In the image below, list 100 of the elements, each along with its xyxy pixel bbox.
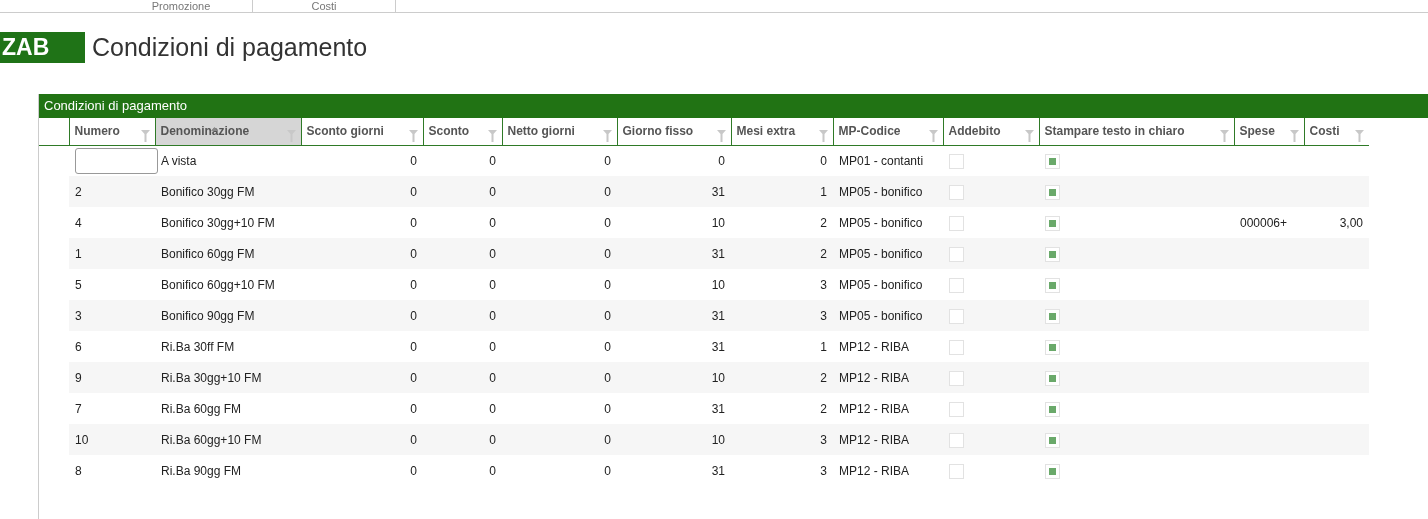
filter-icon[interactable] (1024, 129, 1034, 142)
table-cell: 2 (731, 238, 833, 269)
table-cell: MP05 - bonifico (833, 238, 943, 269)
table-cell: 9 (69, 362, 155, 393)
filter-icon[interactable] (818, 129, 828, 142)
filter-icon[interactable] (487, 129, 497, 142)
checkbox[interactable] (1045, 432, 1060, 448)
checkbox[interactable] (1045, 370, 1060, 386)
table-cell: 2 (731, 362, 833, 393)
table-cell: 3 (731, 269, 833, 300)
table-cell: 10 (617, 207, 731, 238)
table-cell: MP12 - RIBA (833, 362, 943, 393)
table-cell: 2 (731, 207, 833, 238)
table-cell: 0 (502, 207, 617, 238)
table-cell: 31 (617, 393, 731, 424)
table-cell: 1 (731, 176, 833, 207)
checkbox[interactable] (949, 215, 964, 231)
filter-icon[interactable] (928, 129, 938, 142)
table-cell: Bonifico 60gg+10 FM (155, 269, 301, 300)
checkbox[interactable] (949, 154, 964, 170)
table-cell: MP12 - RIBA (833, 424, 943, 455)
filter-icon[interactable] (716, 129, 726, 142)
table-cell: 31 (617, 176, 731, 207)
checkbox[interactable] (1045, 463, 1060, 479)
table-cell: Bonifico 30gg FM (155, 176, 301, 207)
table-cell: 0 (423, 362, 502, 393)
filter-icon[interactable] (1289, 129, 1299, 142)
filter-icon[interactable] (602, 129, 612, 142)
checkbox[interactable] (949, 370, 964, 386)
table-cell: 0 (423, 269, 502, 300)
checkbox[interactable] (1045, 215, 1060, 231)
column-header[interactable]: Spese (1234, 118, 1304, 145)
table-cell: 0 (502, 424, 617, 455)
table-cell: Ri.Ba 30ff FM (155, 331, 301, 362)
table-cell: 3 (731, 424, 833, 455)
filter-icon[interactable] (408, 129, 418, 142)
table-cell: 2 (69, 176, 155, 207)
checkbox[interactable] (1045, 401, 1060, 417)
app-badge: ZAB (0, 32, 85, 63)
table-cell: 0 (502, 238, 617, 269)
table-cell: 4 (69, 207, 155, 238)
column-header[interactable]: Denominazione (155, 118, 301, 145)
table-cell: Ri.Ba 60gg+10 FM (155, 424, 301, 455)
table-cell: 0 (423, 176, 502, 207)
column-header[interactable]: Numero (69, 118, 155, 145)
checkbox[interactable] (949, 432, 964, 448)
table-cell: MP05 - bonifico (833, 300, 943, 331)
table-cell: 0 (731, 145, 833, 176)
column-header[interactable]: Addebito (943, 118, 1039, 145)
filter-icon[interactable] (1219, 129, 1229, 142)
filter-icon[interactable] (1355, 129, 1364, 142)
checkbox[interactable] (1045, 277, 1060, 293)
checkbox[interactable] (949, 401, 964, 417)
table-cell: Bonifico 30gg+10 FM (155, 207, 301, 238)
table-cell: 0 (423, 424, 502, 455)
checkbox[interactable] (949, 277, 964, 293)
checkbox[interactable] (1045, 246, 1060, 262)
column-header[interactable]: Sconto giorni (301, 118, 423, 145)
checkbox[interactable] (949, 184, 964, 200)
table-cell: MP05 - bonifico (833, 207, 943, 238)
checkbox[interactable] (1045, 184, 1060, 200)
checkbox[interactable] (949, 246, 964, 262)
column-header[interactable]: MP-Codice (833, 118, 943, 145)
table-cell: 7 (69, 393, 155, 424)
column-header[interactable]: Giorno fisso (617, 118, 731, 145)
column-header[interactable]: Costi (1304, 118, 1369, 145)
table-cell: 0 (301, 300, 423, 331)
table-cell: 0 (502, 300, 617, 331)
grid-title: Condizioni di pagamento (39, 94, 1428, 118)
filter-icon[interactable] (140, 129, 150, 142)
checkbox[interactable] (1045, 308, 1060, 324)
table-cell: 0 (423, 331, 502, 362)
checkbox[interactable] (949, 308, 964, 324)
table-cell: Ri.Ba 90gg FM (155, 455, 301, 486)
table-cell: 8 (69, 455, 155, 486)
column-header[interactable]: Sconto (423, 118, 502, 145)
checkbox[interactable] (1045, 339, 1060, 355)
checkbox[interactable] (949, 339, 964, 355)
sort-arrow-icon (210, 126, 218, 131)
table-cell: 10 (617, 269, 731, 300)
column-header[interactable]: Mesi extra (731, 118, 833, 145)
table-cell: 0 (301, 393, 423, 424)
table-cell: 0 (423, 145, 502, 176)
checkbox[interactable] (949, 463, 964, 479)
table-cell: 0 (502, 393, 617, 424)
table-cell: 0 (502, 331, 617, 362)
table-cell: 3 (731, 300, 833, 331)
input-field[interactable] (75, 147, 158, 174)
table-cell: 000006+ (1234, 207, 1304, 238)
column-header[interactable]: Stampare testo in chiaro (1039, 118, 1234, 145)
table-cell: 0 (301, 145, 423, 176)
table-cell: 0 (502, 176, 617, 207)
table-cell: 0 (502, 455, 617, 486)
checkbox[interactable] (1045, 154, 1060, 170)
table-cell: 0 (301, 424, 423, 455)
table-cell: Bonifico 60gg FM (155, 238, 301, 269)
table-cell: 10 (69, 424, 155, 455)
column-header[interactable]: Netto giorni (502, 118, 617, 145)
table-cell: 0 (423, 455, 502, 486)
table-cell: MP12 - RIBA (833, 393, 943, 424)
